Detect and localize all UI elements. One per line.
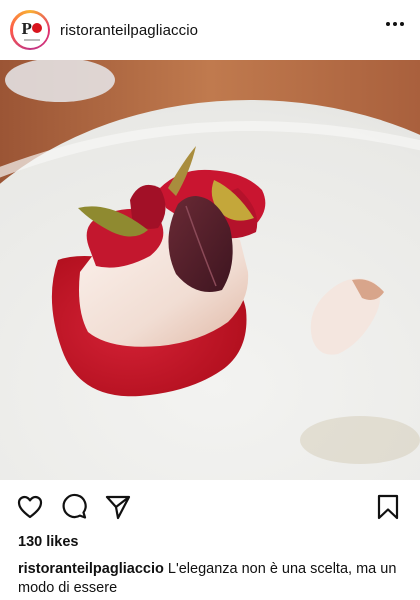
- caption-username[interactable]: ristoranteilpagliaccio: [18, 561, 164, 577]
- herb-powder: [300, 416, 420, 464]
- post-actions-bar: [0, 480, 420, 534]
- avatar[interactable]: P: [12, 12, 48, 48]
- avatar-logo-dot: [31, 22, 42, 33]
- post-photo[interactable]: [0, 60, 420, 480]
- post-caption: ristoranteilpagliaccio L'eleganza non è …: [18, 560, 408, 598]
- post-header: P ristoranteilpagliaccio: [0, 0, 420, 60]
- avatar-logo-underline: [23, 38, 40, 41]
- glass-blur: [5, 60, 115, 102]
- likes-count[interactable]: 130 likes: [18, 534, 78, 550]
- paper-plane-icon[interactable]: [104, 493, 132, 521]
- more-dot: [393, 22, 397, 26]
- avatar-story-ring[interactable]: P: [10, 10, 50, 50]
- comment-bubble-icon[interactable]: [60, 493, 88, 521]
- more-options-icon[interactable]: [386, 22, 404, 26]
- heart-icon[interactable]: [16, 493, 44, 521]
- more-dot: [400, 22, 404, 26]
- more-dot: [386, 22, 390, 26]
- food-photo-illustration: [0, 60, 420, 480]
- post-username[interactable]: ristoranteilpagliaccio: [60, 22, 198, 39]
- bookmark-icon[interactable]: [374, 493, 402, 521]
- avatar-logo-letter: P: [21, 18, 32, 38]
